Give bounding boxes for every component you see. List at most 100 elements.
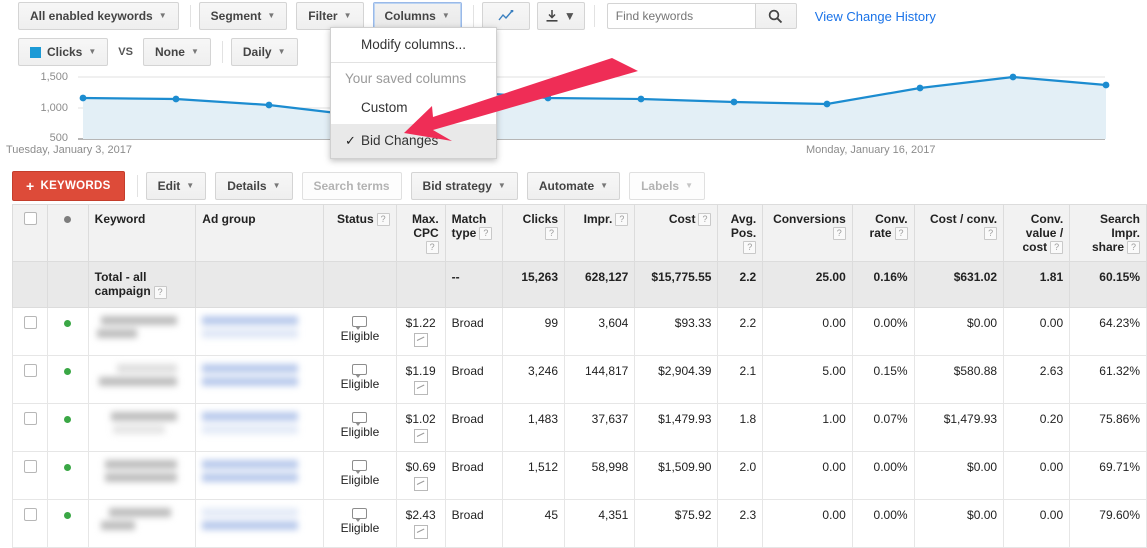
row-select[interactable]: [11, 450, 49, 500]
row-cost: $93.33: [634, 306, 719, 356]
bid-simulator-icon[interactable]: [413, 476, 428, 491]
help-icon[interactable]: ?: [984, 227, 998, 241]
th-status-dot[interactable]: [47, 203, 89, 263]
th-status[interactable]: Status?: [323, 203, 397, 263]
row-checkbox[interactable]: [23, 315, 37, 329]
table-row[interactable]: Eligible $2.43 Broad 45 4,351 $75.92 2.3…: [11, 498, 1147, 548]
row-ad-group[interactable]: [195, 354, 325, 404]
th-ad-group[interactable]: Ad group: [195, 203, 325, 263]
row-select[interactable]: [11, 306, 49, 356]
menu-item-modify-columns[interactable]: Modify columns...: [331, 28, 496, 61]
row-max-cpc[interactable]: $1.19: [395, 354, 446, 404]
th-keyword[interactable]: Keyword: [87, 203, 197, 263]
search-input[interactable]: [606, 3, 755, 29]
chevron-down-icon: ▼: [685, 181, 694, 190]
all-enabled-keywords-button[interactable]: All enabled keywords ▼: [18, 2, 179, 30]
row-ad-group[interactable]: [195, 306, 325, 356]
th-max-cpc[interactable]: Max. CPC?: [395, 203, 446, 263]
row-select[interactable]: [11, 354, 49, 404]
details-button[interactable]: Details ▼: [215, 172, 293, 200]
row-ad-group[interactable]: [195, 450, 325, 500]
chevron-down-icon: ▼: [277, 47, 286, 56]
row-checkbox[interactable]: [23, 459, 37, 473]
help-icon[interactable]: ?: [894, 227, 908, 241]
table-row[interactable]: Eligible $1.19 Broad 3,246 144,817 $2,90…: [11, 354, 1147, 404]
select-all-checkbox[interactable]: [23, 212, 37, 225]
help-icon[interactable]: ?: [743, 241, 757, 255]
help-icon[interactable]: ?: [425, 241, 439, 255]
row-max-cpc[interactable]: $1.02: [395, 402, 446, 452]
help-icon[interactable]: ?: [1050, 241, 1064, 255]
row-checkbox[interactable]: [23, 363, 37, 377]
menu-item-bid-changes[interactable]: ✓ Bid Changes: [331, 124, 496, 158]
add-keywords-button[interactable]: + KEYWORDS: [12, 171, 125, 201]
menu-item-custom[interactable]: Custom: [331, 91, 496, 124]
row-checkbox[interactable]: [23, 411, 37, 425]
th-search-impr-share[interactable]: Search Impr. share?: [1069, 203, 1147, 263]
primary-metric-button[interactable]: Clicks ▼: [18, 38, 109, 66]
bid-simulator-icon[interactable]: [413, 332, 428, 347]
segment-button[interactable]: Segment ▼: [198, 2, 288, 30]
th-cost-per-conv[interactable]: Cost / conv.?: [913, 203, 1005, 263]
automate-button[interactable]: Automate ▼: [526, 172, 621, 200]
row-avg-pos: 2.0: [717, 450, 764, 500]
help-icon[interactable]: ?: [615, 213, 629, 227]
th-cost[interactable]: Cost?: [634, 203, 719, 263]
row-cost: $2,904.39: [634, 354, 719, 404]
row-search-impr-share: 64.23%: [1069, 306, 1147, 356]
row-keyword[interactable]: [87, 306, 197, 356]
filter-button[interactable]: Filter ▼: [296, 2, 364, 30]
row-max-cpc[interactable]: $2.43: [395, 498, 446, 548]
help-icon[interactable]: ?: [1127, 241, 1140, 255]
search-terms-button[interactable]: Search terms: [301, 172, 402, 200]
edit-button[interactable]: Edit ▼: [145, 172, 207, 200]
bid-simulator-icon[interactable]: [413, 524, 428, 539]
row-keyword[interactable]: [87, 450, 197, 500]
help-icon[interactable]: ?: [153, 285, 167, 299]
chart-metric-toolbar: Clicks ▼ VS None ▼ Daily ▼: [0, 36, 307, 68]
help-icon[interactable]: ?: [376, 213, 390, 227]
help-icon[interactable]: ?: [479, 227, 493, 241]
table-row[interactable]: Eligible $0.69 Broad 1,512 58,998 $1,509…: [11, 450, 1147, 500]
row-select[interactable]: [11, 402, 49, 452]
row-ad-group[interactable]: [195, 402, 325, 452]
secondary-metric-button[interactable]: None ▼: [142, 38, 211, 66]
search-button[interactable]: [754, 3, 797, 29]
granularity-button[interactable]: Daily ▼: [230, 38, 298, 66]
menu-item-modify-columns-label: Modify columns...: [361, 37, 467, 52]
table-row[interactable]: Eligible $1.22 Broad 99 3,604 $93.33 2.2…: [11, 306, 1147, 356]
th-match-type[interactable]: Match type?: [444, 203, 504, 263]
row-keyword[interactable]: [87, 402, 197, 452]
download-icon: [546, 9, 558, 22]
redacted-ad-group: [202, 363, 317, 386]
toggle-chart-button[interactable]: [481, 2, 530, 30]
th-conv-value-cost[interactable]: Conv. value / cost?: [1003, 203, 1071, 263]
row-keyword[interactable]: [87, 354, 197, 404]
view-change-history-link[interactable]: View Change History: [815, 9, 936, 24]
bid-simulator-icon[interactable]: [413, 380, 428, 395]
th-impressions[interactable]: Impr.?: [564, 203, 636, 263]
columns-button[interactable]: Columns ▼: [372, 2, 462, 30]
labels-button[interactable]: Labels ▼: [629, 172, 706, 200]
th-conv-rate[interactable]: Conv. rate?: [851, 203, 915, 263]
bid-strategy-button[interactable]: Bid strategy ▼: [410, 172, 518, 200]
row-max-cpc[interactable]: $1.22: [395, 306, 446, 356]
th-avg-pos[interactable]: Avg. Pos.?: [717, 203, 764, 263]
bid-simulator-icon[interactable]: [413, 428, 428, 443]
help-icon[interactable]: ?: [832, 227, 846, 241]
row-checkbox[interactable]: [23, 507, 37, 521]
help-icon[interactable]: ?: [698, 213, 712, 227]
row-max-cpc[interactable]: $0.69: [395, 450, 446, 500]
th-conversions[interactable]: Conversions?: [762, 203, 853, 263]
download-button[interactable]: ▼: [536, 2, 585, 30]
help-icon[interactable]: ?: [545, 227, 559, 241]
th-avg-pos-label: Avg. Pos.: [730, 212, 757, 240]
table-row[interactable]: Eligible $1.02 Broad 1,483 37,637 $1,479…: [11, 402, 1147, 452]
th-clicks[interactable]: Clicks?: [502, 203, 566, 263]
menu-item-custom-label: Custom: [361, 100, 408, 115]
row-ad-group[interactable]: [195, 498, 325, 548]
row-match-type: Broad: [444, 402, 504, 452]
row-select[interactable]: [11, 498, 49, 548]
th-select-all[interactable]: [11, 203, 49, 263]
row-keyword[interactable]: [87, 498, 197, 548]
